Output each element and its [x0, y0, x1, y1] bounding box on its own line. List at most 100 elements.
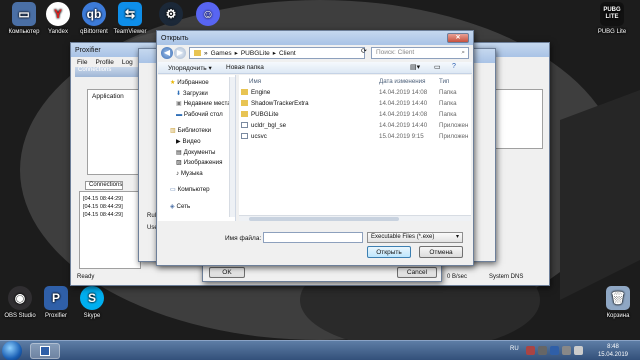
- menu-file[interactable]: File: [77, 59, 87, 66]
- breadcrumb-client[interactable]: Client: [279, 50, 296, 57]
- scroll-thumb[interactable]: [249, 217, 399, 221]
- file-row[interactable]: ucsvc 15.04.2019 9:15 Приложен: [239, 131, 471, 142]
- open-button[interactable]: Открыть: [367, 246, 411, 258]
- discord-icon: ☺: [196, 2, 220, 26]
- file-name: Engine: [251, 89, 271, 96]
- filename-input[interactable]: [263, 232, 363, 243]
- folder-icon: [241, 111, 248, 117]
- teamviewer-icon: ⇆: [118, 2, 142, 26]
- file-type: Приложен: [439, 122, 469, 129]
- desktop-icon-label: TeamViewer: [113, 29, 147, 35]
- folder-icon: [194, 50, 201, 56]
- tray-icon[interactable]: [550, 346, 559, 355]
- file-row[interactable]: ShadowTrackerExtra 14.04.2019 14:40 Папка: [239, 98, 471, 109]
- dialog-title: Открыть: [161, 34, 189, 42]
- desktop-icon-skype[interactable]: S Skype: [64, 286, 120, 319]
- desktop-icon: ▬: [176, 110, 183, 118]
- proxifier-title: Proxifier: [75, 46, 101, 54]
- nav-documents[interactable]: ▤ Документы: [170, 148, 235, 159]
- rules-cancel-button-visible[interactable]: Cancel: [397, 267, 437, 278]
- nav-music[interactable]: ♪ Музыка: [170, 169, 235, 180]
- breadcrumb-pubglite[interactable]: PUBGLite: [241, 50, 270, 57]
- file-rows: Engine 14.04.2019 14:08 Папка ShadowTracker…: [239, 87, 471, 142]
- language-indicator[interactable]: RU: [510, 346, 519, 352]
- libraries-icon: ▥: [170, 127, 176, 135]
- file-type: Папка: [439, 111, 457, 118]
- nav-favorites[interactable]: ★ Избранное: [170, 78, 235, 89]
- breadcrumb-games[interactable]: Games: [211, 50, 232, 57]
- taskbar-app-proxifier[interactable]: [30, 343, 60, 359]
- nav-scrollbar[interactable]: [229, 77, 235, 217]
- dialog-close-button[interactable]: ✕: [447, 33, 469, 43]
- nav-network[interactable]: ◈ Сеть: [170, 202, 235, 213]
- dialog-titlebar[interactable]: Открыть ✕: [157, 31, 473, 45]
- exe-file-icon: [241, 122, 248, 128]
- file-row[interactable]: PUBGLite 14.04.2019 14:08 Папка: [239, 109, 471, 120]
- breadcrumb-separator: ▸: [234, 50, 238, 57]
- file-row[interactable]: ucldr_bgl_se 14.04.2019 14:40 Приложен: [239, 120, 471, 131]
- tray-icon[interactable]: [538, 346, 547, 355]
- nav-libraries[interactable]: ▥ Библиотеки: [170, 126, 235, 137]
- log-line: [04.15 08:44:29]: [83, 204, 123, 210]
- log-line: [04.15 08:44:29]: [83, 196, 123, 202]
- toolbar-connections-label: Connections: [78, 67, 112, 73]
- tray-icon[interactable]: [562, 346, 571, 355]
- cancel-button[interactable]: Отмена: [419, 246, 463, 258]
- nav-computer[interactable]: ▭ Компьютер: [170, 185, 235, 196]
- file-type: Приложен: [439, 133, 469, 140]
- menu-log[interactable]: Log: [122, 59, 133, 66]
- file-date: 15.04.2019 9:15: [379, 133, 424, 140]
- nav-pictures[interactable]: ▨ Изображения: [170, 158, 235, 169]
- organize-button[interactable]: Упорядочить ▾: [168, 64, 212, 72]
- column-type[interactable]: Тип: [439, 78, 449, 85]
- navigation-pane: ★ Избранное ⬇ Загрузки ▣ Недавние места …: [158, 75, 236, 221]
- recent-places-icon: ▣: [176, 100, 182, 108]
- file-date: 14.04.2019 14:40: [379, 122, 428, 129]
- clock[interactable]: 8:48 15.04.2019: [598, 343, 628, 359]
- file-type: Папка: [439, 89, 457, 96]
- nav-recent-places[interactable]: ▣ Недавние места: [170, 99, 235, 110]
- tray-icon[interactable]: [526, 346, 535, 355]
- nav-video[interactable]: ▶ Видео: [170, 137, 235, 148]
- nav-desktop[interactable]: ▬ Рабочий стол: [170, 110, 235, 121]
- skype-icon: S: [80, 286, 104, 310]
- start-button[interactable]: [2, 341, 22, 360]
- nav-downloads[interactable]: ⬇ Загрузки: [170, 89, 235, 100]
- desktop-icon-recycle-bin[interactable]: 🗑 Корзина: [590, 286, 640, 319]
- file-date: 14.04.2019 14:40: [379, 100, 428, 107]
- forward-button[interactable]: ▶: [174, 47, 186, 59]
- status-dns: System DNS: [489, 274, 524, 280]
- file-type-filter[interactable]: Executable Files (*.exe) ▾: [367, 232, 463, 243]
- breadcrumb-separator: »: [204, 49, 208, 57]
- column-name[interactable]: Имя: [249, 78, 261, 85]
- search-placeholder: Поиск: Client: [376, 49, 415, 56]
- menu-profile[interactable]: Profile: [95, 59, 113, 66]
- new-folder-button[interactable]: Новая папка: [226, 64, 264, 71]
- file-list-hscrollbar[interactable]: [239, 215, 471, 221]
- view-options-icon[interactable]: ▤▾: [410, 63, 420, 71]
- desktop-icon-pubg-lite[interactable]: PUBG LITE PUBG Lite: [584, 2, 640, 35]
- preview-pane-icon[interactable]: ▭: [434, 63, 441, 71]
- folder-icon: [241, 100, 248, 106]
- file-name: ShadowTrackerExtra: [251, 100, 309, 107]
- tab-connections[interactable]: Connections: [85, 181, 123, 190]
- video-icon: ▶: [176, 137, 181, 145]
- desktop-icon-discord[interactable]: ☺: [180, 2, 236, 29]
- file-name: PUBGLite: [251, 111, 279, 118]
- refresh-button[interactable]: ⟳: [361, 47, 370, 59]
- file-name: ucldr_bgl_se: [251, 122, 287, 129]
- address-bar[interactable]: » Games ▸ PUBGLite ▸ Client: [189, 47, 365, 59]
- network-tray-icon[interactable]: [574, 346, 583, 355]
- file-list-header: Имя Дата изменения Тип: [239, 75, 471, 87]
- search-box[interactable]: Поиск: Client ⌕: [371, 47, 469, 59]
- proxifier-icon: [40, 346, 50, 356]
- file-date: 14.04.2019 14:08: [379, 89, 428, 96]
- computer-icon: ▭: [170, 186, 176, 194]
- rules-partial-label: Rul: [147, 213, 157, 219]
- back-button[interactable]: ◀: [161, 47, 173, 59]
- file-row[interactable]: Engine 14.04.2019 14:08 Папка: [239, 87, 471, 98]
- column-date[interactable]: Дата изменения: [379, 78, 426, 85]
- help-icon[interactable]: ?: [452, 63, 456, 70]
- rules-ok-button-visible[interactable]: OK: [209, 267, 245, 278]
- exe-file-icon: [241, 133, 248, 139]
